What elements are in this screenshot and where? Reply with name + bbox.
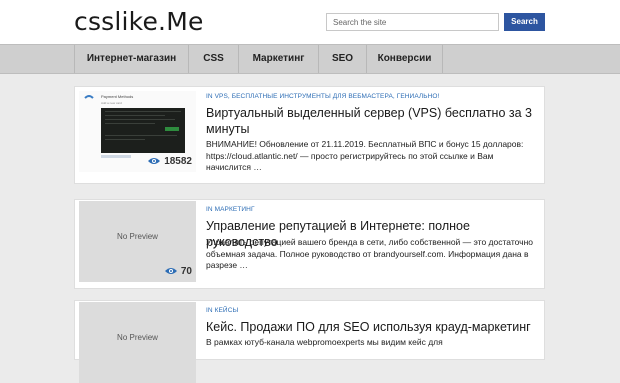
post-card: No Preview 70 IN МАРКЕТИНГ Управление ре… bbox=[74, 199, 545, 289]
site-logo[interactable]: csslike.Me bbox=[74, 7, 204, 36]
post-excerpt: ВНИМАНИЕ! Обновление от 21.11.2019. Бесп… bbox=[206, 139, 524, 172]
search-button[interactable]: Search bbox=[504, 13, 545, 31]
view-count-value: 70 bbox=[180, 266, 192, 277]
no-preview-label: No Preview bbox=[117, 333, 158, 342]
nav-item-online-store[interactable]: Интернет-магазин bbox=[74, 45, 189, 73]
post-title[interactable]: Кейс. Продажи ПО для SEO используя крауд… bbox=[206, 319, 536, 335]
post-categories[interactable]: IN МАРКЕТИНГ bbox=[206, 206, 255, 213]
view-count: 70 bbox=[164, 266, 192, 277]
post-categories[interactable]: IN VPS, БЕСПЛАТНЫЕ ИНСТРУМЕНТЫ ДЛЯ ВЕБМА… bbox=[206, 93, 440, 100]
thumb-title: Payment Methods bbox=[101, 94, 133, 99]
post-card: No Preview IN КЕЙСЫ Кейс. Продажи ПО для… bbox=[74, 300, 545, 383]
post-thumbnail[interactable]: No Preview 70 bbox=[79, 201, 196, 282]
post-card: Payment Methods Add a new card 18582 IN … bbox=[74, 86, 545, 184]
nav-item-marketing[interactable]: Маркетинг bbox=[239, 45, 319, 73]
main-nav: Интернет-магазин CSS Маркетинг SEO Конве… bbox=[0, 44, 620, 74]
nav-item-seo[interactable]: SEO bbox=[319, 45, 367, 73]
search-input[interactable] bbox=[326, 13, 499, 31]
view-count: 18582 bbox=[148, 156, 192, 167]
nav-item-css[interactable]: CSS bbox=[189, 45, 239, 73]
view-count-value: 18582 bbox=[164, 156, 192, 167]
eye-icon bbox=[148, 158, 161, 165]
eye-icon bbox=[164, 268, 177, 275]
no-preview-label: No Preview bbox=[117, 232, 158, 241]
post-excerpt: Управлять репутацией вашего бренда в сет… bbox=[206, 237, 534, 270]
post-thumbnail[interactable]: Payment Methods Add a new card 18582 bbox=[79, 91, 196, 172]
post-title[interactable]: Виртуальный выделенный сервер (VPS) бесп… bbox=[206, 105, 536, 137]
post-categories[interactable]: IN КЕЙСЫ bbox=[206, 307, 238, 314]
site-header: csslike.Me Search bbox=[0, 0, 620, 44]
nav-item-conversions[interactable]: Конверсии bbox=[367, 45, 443, 73]
thumb-subtitle: Add a new card bbox=[101, 101, 122, 105]
